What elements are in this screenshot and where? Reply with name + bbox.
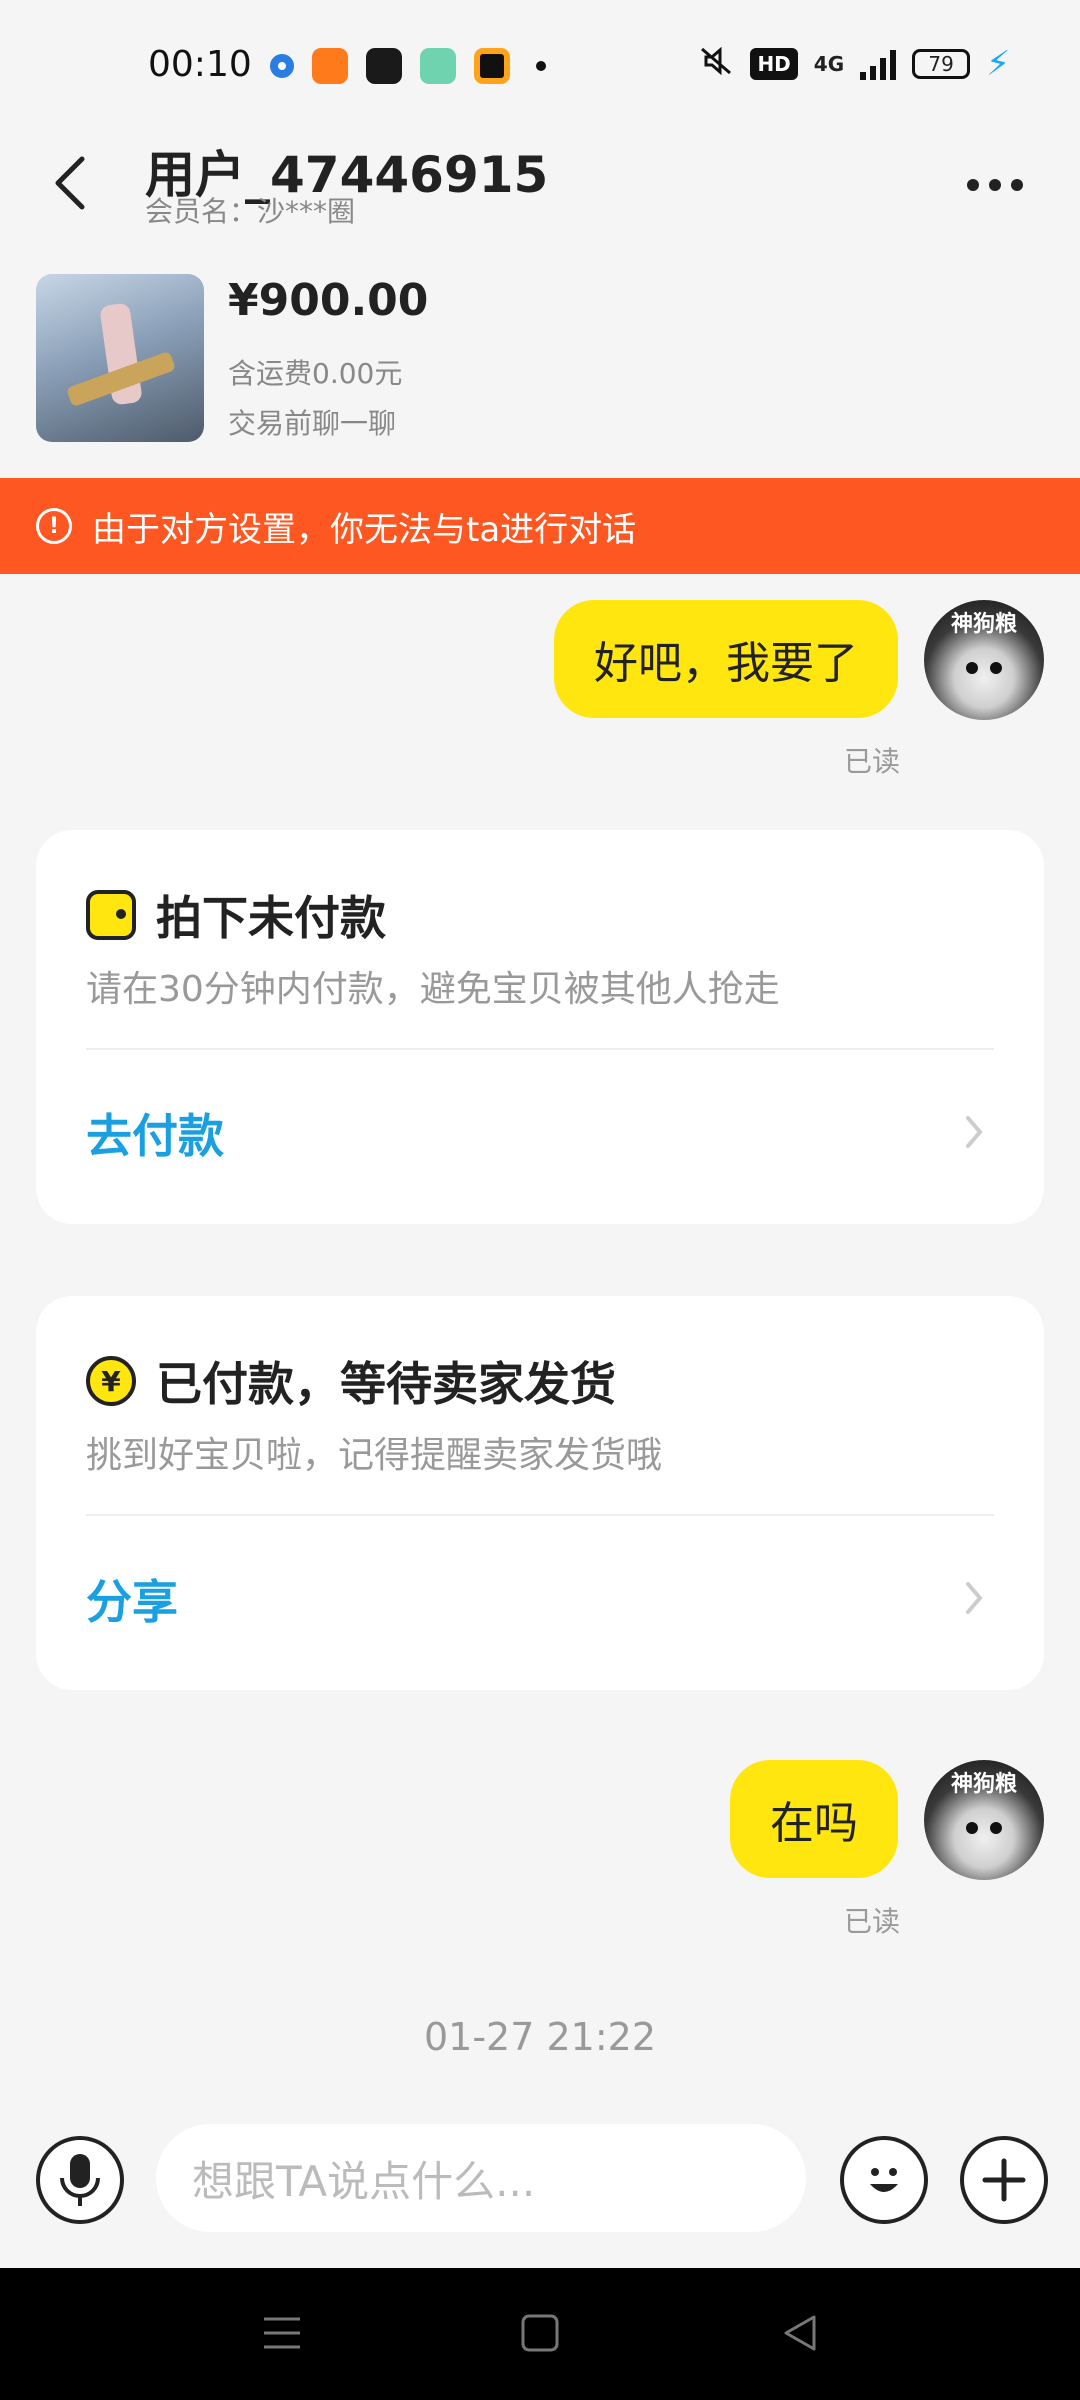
card-description: 请在30分钟内付款，避免宝贝被其他人抢走 xyxy=(86,969,780,1010)
battery-level: 79 xyxy=(928,52,954,76)
message-row: 在吗 神狗粮 xyxy=(730,1760,1044,1880)
chat-header: 用户_47446915 会员名：沙***圈 xyxy=(0,135,1080,250)
emoji-icon xyxy=(870,2168,898,2192)
back-nav-button[interactable] xyxy=(770,2308,830,2358)
divider xyxy=(86,1514,994,1516)
dot xyxy=(1011,179,1023,191)
system-nav-bar xyxy=(0,2268,1080,2400)
voice-button[interactable] xyxy=(36,2136,124,2224)
home-button[interactable] xyxy=(510,2308,570,2358)
tiktok-app-icon xyxy=(366,48,402,84)
warning-banner: ! 由于对方设置，你无法与ta进行对话 xyxy=(0,478,1080,574)
home-icon xyxy=(521,2314,559,2352)
charging-icon: ⚡ xyxy=(986,44,1010,84)
divider xyxy=(86,1048,994,1050)
back-triangle-icon xyxy=(784,2315,816,2351)
app-icon xyxy=(474,48,510,84)
message-bubble[interactable]: 好吧，我要了 xyxy=(554,600,898,718)
avatar[interactable]: 神狗粮 xyxy=(924,1760,1044,1880)
network-type: 4G xyxy=(813,52,845,76)
warning-text: 由于对方设置，你无法与ta进行对话 xyxy=(92,509,637,550)
status-right: HD 4G 79 ⚡ xyxy=(698,44,1010,84)
plus-icon xyxy=(982,2158,1026,2202)
hd-icon: HD xyxy=(750,48,798,80)
go-pay-button[interactable]: 去付款 xyxy=(86,1100,224,1166)
notification-icons xyxy=(270,48,546,84)
add-button[interactable] xyxy=(960,2136,1048,2224)
card-description: 挑到好宝贝啦，记得提醒卖家发货哦 xyxy=(86,1435,663,1476)
product-card[interactable]: ¥900.00 含运费0.00元 交易前聊一聊 xyxy=(36,270,1046,450)
product-image[interactable] xyxy=(36,274,204,442)
shipping-info: 含运费0.00元 xyxy=(228,357,403,390)
member-name: 会员名：沙***圈 xyxy=(145,195,356,228)
order-card-unpaid: 拍下未付款 请在30分钟内付款，避免宝贝被其他人抢走 去付款 xyxy=(36,830,1044,1224)
warning-icon: ! xyxy=(36,508,72,544)
mute-icon xyxy=(698,45,734,84)
input-bar: 想跟TA说点什么... xyxy=(0,2100,1080,2270)
battery-icon: 79 xyxy=(912,49,971,79)
order-card-paid: ¥ 已付款，等待卖家发货 挑到好宝贝啦，记得提醒卖家发货哦 分享 xyxy=(36,1296,1044,1690)
more-notifications-dot xyxy=(536,61,546,71)
message-timestamp: 01-27 21:22 xyxy=(423,2015,656,2059)
share-button[interactable]: 分享 xyxy=(86,1566,178,1632)
chevron-left-icon xyxy=(55,156,85,210)
menu-button[interactable] xyxy=(252,2308,312,2358)
dot xyxy=(989,179,1001,191)
signal-icon xyxy=(860,48,897,80)
read-status: 已读 xyxy=(843,745,900,778)
wallet-icon xyxy=(86,890,136,940)
browser-app-icon xyxy=(270,54,294,78)
message-bubble[interactable]: 在吗 xyxy=(730,1760,898,1878)
avatar[interactable]: 神狗粮 xyxy=(924,600,1044,720)
chevron-right-icon[interactable] xyxy=(954,1112,994,1152)
product-price: ¥900.00 xyxy=(228,275,429,326)
message-row: 好吧，我要了 神狗粮 xyxy=(554,600,1044,720)
yen-icon: ¥ xyxy=(86,1356,136,1406)
gallery-app-icon xyxy=(420,48,456,84)
more-options-button[interactable] xyxy=(960,155,1030,215)
uc-browser-app-icon xyxy=(312,48,348,84)
chevron-right-icon[interactable] xyxy=(954,1578,994,1618)
card-title: 拍下未付款 xyxy=(156,891,386,945)
read-status: 已读 xyxy=(843,1905,900,1938)
card-title: 已付款，等待卖家发货 xyxy=(156,1357,616,1411)
microphone-icon xyxy=(60,2154,100,2206)
back-button[interactable] xyxy=(40,143,100,223)
emoji-button[interactable] xyxy=(840,2136,928,2224)
chat-tip: 交易前聊一聊 xyxy=(228,407,397,440)
status-bar: 00:10 HD 4G 79 ⚡ xyxy=(0,0,1080,135)
status-time: 00:10 xyxy=(148,44,252,85)
menu-icon xyxy=(264,2317,300,2349)
message-input[interactable]: 想跟TA说点什么... xyxy=(156,2124,806,2232)
dot xyxy=(967,179,979,191)
